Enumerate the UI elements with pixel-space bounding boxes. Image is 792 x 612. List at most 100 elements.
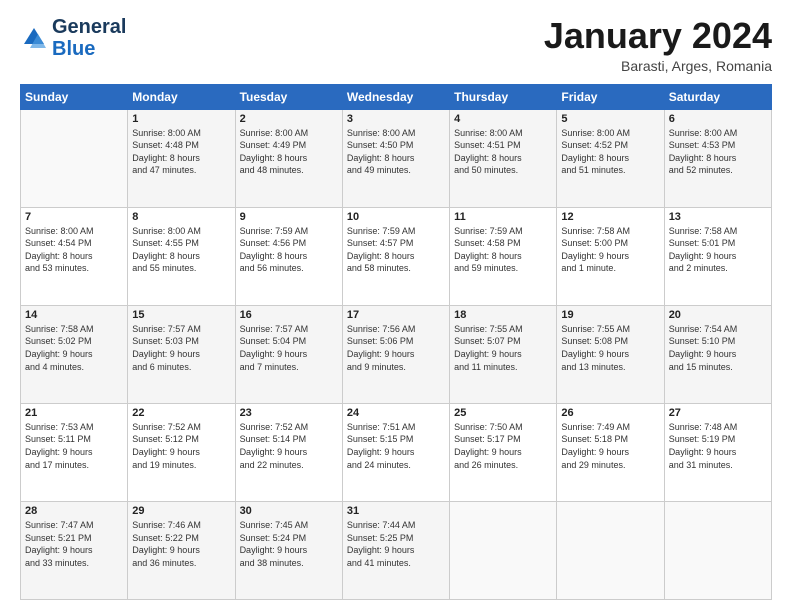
day-info: Sunrise: 7:45 AM Sunset: 5:24 PM Dayligh… xyxy=(240,519,338,569)
day-info: Sunrise: 8:00 AM Sunset: 4:53 PM Dayligh… xyxy=(669,127,767,177)
day-info: Sunrise: 8:00 AM Sunset: 4:51 PM Dayligh… xyxy=(454,127,552,177)
table-cell: 7 Sunrise: 8:00 AM Sunset: 4:54 PM Daylig… xyxy=(21,207,128,305)
header-thursday: Thursday xyxy=(450,84,557,109)
day-number: 11 xyxy=(454,211,552,223)
day-info: Sunrise: 7:48 AM Sunset: 5:19 PM Dayligh… xyxy=(669,421,767,471)
day-info: Sunrise: 7:53 AM Sunset: 5:11 PM Dayligh… xyxy=(25,421,123,471)
day-info: Sunrise: 8:00 AM Sunset: 4:48 PM Dayligh… xyxy=(132,127,230,177)
header: General Blue January 2024 Barasti, Arges… xyxy=(20,16,772,74)
month-title: January 2024 xyxy=(544,16,772,56)
day-info: Sunrise: 7:51 AM Sunset: 5:15 PM Dayligh… xyxy=(347,421,445,471)
day-info: Sunrise: 7:59 AM Sunset: 4:57 PM Dayligh… xyxy=(347,225,445,275)
week-row-1: 7 Sunrise: 8:00 AM Sunset: 4:54 PM Daylig… xyxy=(21,207,772,305)
week-row-2: 14 Sunrise: 7:58 AM Sunset: 5:02 PM Dayli… xyxy=(21,305,772,403)
day-number: 17 xyxy=(347,309,445,321)
day-info: Sunrise: 8:00 AM Sunset: 4:49 PM Dayligh… xyxy=(240,127,338,177)
day-number: 19 xyxy=(561,309,659,321)
day-number: 12 xyxy=(561,211,659,223)
table-cell: 6 Sunrise: 8:00 AM Sunset: 4:53 PM Daylig… xyxy=(664,109,771,207)
day-number: 14 xyxy=(25,309,123,321)
day-number: 21 xyxy=(25,407,123,419)
table-cell xyxy=(21,109,128,207)
header-saturday: Saturday xyxy=(664,84,771,109)
table-cell: 25 Sunrise: 7:50 AM Sunset: 5:17 PM Dayli… xyxy=(450,403,557,501)
day-info: Sunrise: 7:58 AM Sunset: 5:02 PM Dayligh… xyxy=(25,323,123,373)
day-info: Sunrise: 7:55 AM Sunset: 5:07 PM Dayligh… xyxy=(454,323,552,373)
day-info: Sunrise: 7:59 AM Sunset: 4:56 PM Dayligh… xyxy=(240,225,338,275)
logo-text: General Blue xyxy=(52,16,126,60)
table-cell: 3Sunrise: 8:00 AM Sunset: 4:50 PM Daylig… xyxy=(342,109,449,207)
day-number: 23 xyxy=(240,407,338,419)
day-number: 6 xyxy=(669,113,767,125)
table-cell: 2 Sunrise: 8:00 AM Sunset: 4:49 PM Daylig… xyxy=(235,109,342,207)
table-cell: 11 Sunrise: 7:59 AM Sunset: 4:58 PM Dayli… xyxy=(450,207,557,305)
table-cell xyxy=(450,501,557,599)
day-number: 4 xyxy=(454,113,552,125)
header-monday: Monday xyxy=(128,84,235,109)
day-info: Sunrise: 7:50 AM Sunset: 5:17 PM Dayligh… xyxy=(454,421,552,471)
table-cell: 1 Sunrise: 8:00 AM Sunset: 4:48 PM Daylig… xyxy=(128,109,235,207)
day-number: 20 xyxy=(669,309,767,321)
day-number: 30 xyxy=(240,505,338,517)
day-number: 16 xyxy=(240,309,338,321)
table-cell: 16Sunrise: 7:57 AM Sunset: 5:04 PM Dayli… xyxy=(235,305,342,403)
table-cell: 27 Sunrise: 7:48 AM Sunset: 5:19 PM Dayli… xyxy=(664,403,771,501)
day-number: 5 xyxy=(561,113,659,125)
day-number: 18 xyxy=(454,309,552,321)
day-info: Sunrise: 7:59 AM Sunset: 4:58 PM Dayligh… xyxy=(454,225,552,275)
table-cell: 10Sunrise: 7:59 AM Sunset: 4:57 PM Dayli… xyxy=(342,207,449,305)
table-cell: 9Sunrise: 7:59 AM Sunset: 4:56 PM Daylig… xyxy=(235,207,342,305)
day-number: 1 xyxy=(132,113,230,125)
header-wednesday: Wednesday xyxy=(342,84,449,109)
header-friday: Friday xyxy=(557,84,664,109)
table-cell: 28 Sunrise: 7:47 AM Sunset: 5:21 PM Dayli… xyxy=(21,501,128,599)
day-info: Sunrise: 7:54 AM Sunset: 5:10 PM Dayligh… xyxy=(669,323,767,373)
day-info: Sunrise: 8:00 AM Sunset: 4:54 PM Dayligh… xyxy=(25,225,123,275)
table-cell: 23 Sunrise: 7:52 AM Sunset: 5:14 PM Dayli… xyxy=(235,403,342,501)
day-number: 29 xyxy=(132,505,230,517)
table-cell: 4 Sunrise: 8:00 AM Sunset: 4:51 PM Daylig… xyxy=(450,109,557,207)
day-number: 27 xyxy=(669,407,767,419)
header-sunday: Sunday xyxy=(21,84,128,109)
day-number: 7 xyxy=(25,211,123,223)
day-number: 3 xyxy=(347,113,445,125)
day-number: 28 xyxy=(25,505,123,517)
logo-icon xyxy=(20,24,48,52)
table-cell: 21 Sunrise: 7:53 AM Sunset: 5:11 PM Dayli… xyxy=(21,403,128,501)
day-info: Sunrise: 8:00 AM Sunset: 4:55 PM Dayligh… xyxy=(132,225,230,275)
page: General Blue January 2024 Barasti, Arges… xyxy=(0,0,792,612)
day-info: Sunrise: 7:58 AM Sunset: 5:01 PM Dayligh… xyxy=(669,225,767,275)
table-cell: 17 Sunrise: 7:56 AM Sunset: 5:06 PM Dayli… xyxy=(342,305,449,403)
table-cell: 24 Sunrise: 7:51 AM Sunset: 5:15 PM Dayli… xyxy=(342,403,449,501)
table-cell: 14 Sunrise: 7:58 AM Sunset: 5:02 PM Dayli… xyxy=(21,305,128,403)
table-cell: 12 Sunrise: 7:58 AM Sunset: 5:00 PM Dayli… xyxy=(557,207,664,305)
day-number: 25 xyxy=(454,407,552,419)
table-cell: 18 Sunrise: 7:55 AM Sunset: 5:07 PM Dayli… xyxy=(450,305,557,403)
day-number: 15 xyxy=(132,309,230,321)
day-info: Sunrise: 7:57 AM Sunset: 5:03 PM Dayligh… xyxy=(132,323,230,373)
header-tuesday: Tuesday xyxy=(235,84,342,109)
weekday-header-row: Sunday Monday Tuesday Wednesday Thursday… xyxy=(21,84,772,109)
day-info: Sunrise: 7:47 AM Sunset: 5:21 PM Dayligh… xyxy=(25,519,123,569)
logo: General Blue xyxy=(20,16,126,60)
location: Barasti, Arges, Romania xyxy=(544,58,772,74)
day-info: Sunrise: 7:49 AM Sunset: 5:18 PM Dayligh… xyxy=(561,421,659,471)
day-info: Sunrise: 7:56 AM Sunset: 5:06 PM Dayligh… xyxy=(347,323,445,373)
day-number: 2 xyxy=(240,113,338,125)
day-info: Sunrise: 7:58 AM Sunset: 5:00 PM Dayligh… xyxy=(561,225,659,275)
calendar: Sunday Monday Tuesday Wednesday Thursday… xyxy=(20,84,772,600)
week-row-3: 21 Sunrise: 7:53 AM Sunset: 5:11 PM Dayli… xyxy=(21,403,772,501)
table-cell: 31Sunrise: 7:44 AM Sunset: 5:25 PM Dayli… xyxy=(342,501,449,599)
day-number: 24 xyxy=(347,407,445,419)
day-info: Sunrise: 8:00 AM Sunset: 4:52 PM Dayligh… xyxy=(561,127,659,177)
day-info: Sunrise: 7:52 AM Sunset: 5:14 PM Dayligh… xyxy=(240,421,338,471)
table-cell: 13Sunrise: 7:58 AM Sunset: 5:01 PM Dayli… xyxy=(664,207,771,305)
day-info: Sunrise: 7:46 AM Sunset: 5:22 PM Dayligh… xyxy=(132,519,230,569)
day-number: 31 xyxy=(347,505,445,517)
table-cell: 20 Sunrise: 7:54 AM Sunset: 5:10 PM Dayli… xyxy=(664,305,771,403)
week-row-0: 1 Sunrise: 8:00 AM Sunset: 4:48 PM Daylig… xyxy=(21,109,772,207)
table-cell: 19Sunrise: 7:55 AM Sunset: 5:08 PM Dayli… xyxy=(557,305,664,403)
table-cell: 29 Sunrise: 7:46 AM Sunset: 5:22 PM Dayli… xyxy=(128,501,235,599)
logo-general: General xyxy=(52,16,126,38)
table-cell: 26Sunrise: 7:49 AM Sunset: 5:18 PM Dayli… xyxy=(557,403,664,501)
